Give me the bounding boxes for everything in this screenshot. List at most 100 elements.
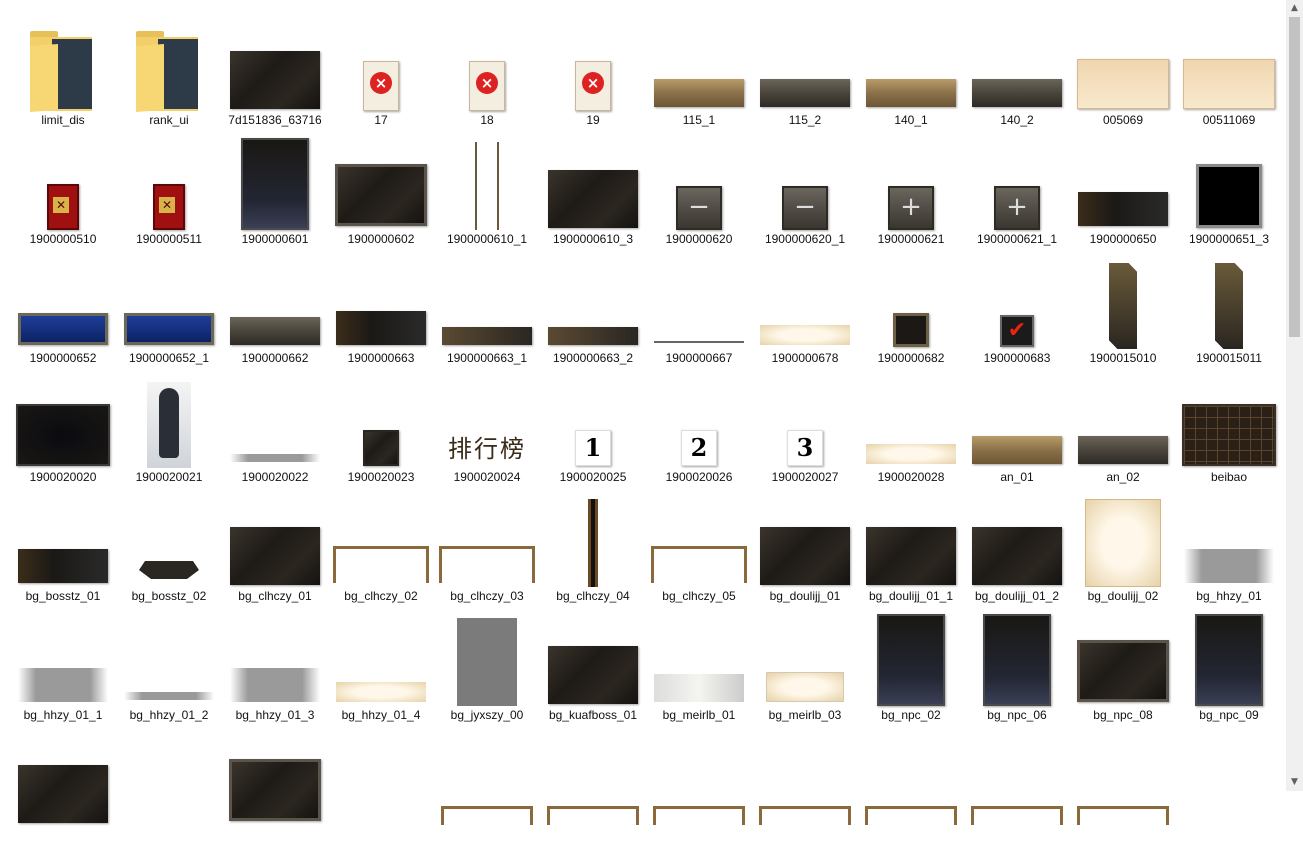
file-item[interactable]: bg_clhczy_01: [222, 484, 328, 603]
file-item[interactable]: 排行榜 1900020024: [434, 365, 540, 484]
file-item[interactable]: bg_bosstz_01: [10, 484, 116, 603]
file-item[interactable]: bg_hhzy_01_2: [116, 603, 222, 722]
file-grid: limit_dis rank_ui 7d151836_63716 × 17 × 18 × 19 1…: [10, 0, 1285, 825]
file-item[interactable]: bg_hhzy_01_1: [10, 603, 116, 722]
file-item[interactable]: 7d151836_63716: [222, 8, 328, 127]
file-item[interactable]: × 18: [434, 8, 540, 127]
file-item[interactable]: − 1900000620: [646, 127, 752, 246]
file-item[interactable]: 1900020023: [328, 365, 434, 484]
file-item[interactable]: [646, 722, 752, 841]
file-name: 1900020027: [771, 470, 839, 484]
image-thumbnail: [10, 484, 116, 587]
file-item[interactable]: +1900000621_1: [964, 127, 1070, 246]
file-item[interactable]: [1070, 722, 1176, 841]
file-item[interactable]: an_01: [964, 365, 1070, 484]
file-item[interactable]: 1900000651_3: [1176, 127, 1282, 246]
file-item[interactable]: bg_doulijj_01_2: [964, 484, 1070, 603]
file-item[interactable]: 115_2: [752, 8, 858, 127]
file-item[interactable]: rank_ui: [116, 8, 222, 127]
file-item[interactable]: limit_dis: [10, 8, 116, 127]
file-item[interactable]: beibao: [1176, 365, 1282, 484]
file-item[interactable]: [540, 722, 646, 841]
file-item[interactable]: 00511069: [1176, 8, 1282, 127]
file-item[interactable]: [222, 722, 328, 841]
file-item[interactable]: 1900020020: [10, 365, 116, 484]
image-thumbnail: 1: [540, 365, 646, 468]
file-item[interactable]: 2 1900020026: [646, 365, 752, 484]
file-item[interactable]: +1900000621: [858, 127, 964, 246]
file-item[interactable]: 1900000601: [222, 127, 328, 246]
file-item[interactable]: [10, 722, 116, 841]
file-item[interactable]: bg_hhzy_01_4: [328, 603, 434, 722]
file-item[interactable]: 1900000667: [646, 246, 752, 365]
file-item[interactable]: bg_doulijj_02: [1070, 484, 1176, 603]
file-item[interactable]: 1900000663_2: [540, 246, 646, 365]
file-item[interactable]: 115_1: [646, 8, 752, 127]
file-item[interactable]: ✕ 1900000510: [10, 127, 116, 246]
file-item[interactable]: [434, 722, 540, 841]
file-item[interactable]: [964, 722, 1070, 841]
file-item[interactable]: 1900020022: [222, 365, 328, 484]
scroll-down-icon[interactable]: ▼: [1286, 774, 1303, 791]
file-item[interactable]: bg_kuafboss_01: [540, 603, 646, 722]
file-name: 1900020022: [241, 470, 309, 484]
file-item[interactable]: 1 1900020025: [540, 365, 646, 484]
file-item[interactable]: 1900000682: [858, 246, 964, 365]
file-item[interactable]: [858, 722, 964, 841]
file-item[interactable]: × 19: [540, 8, 646, 127]
file-item[interactable]: bg_clhczy_02: [328, 484, 434, 603]
file-item[interactable]: 1900000652_1: [116, 246, 222, 365]
file-item[interactable]: an_02: [1070, 365, 1176, 484]
image-thumbnail: [964, 8, 1070, 111]
file-item[interactable]: [116, 722, 222, 841]
file-item[interactable]: 3 1900020027: [752, 365, 858, 484]
scroll-up-icon[interactable]: ▲: [1286, 0, 1303, 17]
file-item[interactable]: 1900020028: [858, 365, 964, 484]
file-item[interactable]: ✕ 1900000511: [116, 127, 222, 246]
file-item[interactable]: 1900000663: [328, 246, 434, 365]
file-item[interactable]: 1900015010: [1070, 246, 1176, 365]
image-thumbnail: [1176, 722, 1282, 825]
file-item[interactable]: bg_clhczy_04: [540, 484, 646, 603]
file-name: 1900000610_1: [446, 232, 528, 246]
file-item[interactable]: 1900000610_1: [434, 127, 540, 246]
file-item[interactable]: bg_npc_02: [858, 603, 964, 722]
file-item[interactable]: bg_doulijj_01_1: [858, 484, 964, 603]
vertical-scrollbar[interactable]: ▲ ▼: [1286, 0, 1303, 791]
file-item[interactable]: bg_npc_06: [964, 603, 1070, 722]
file-item[interactable]: bg_meirlb_01: [646, 603, 752, 722]
file-item[interactable]: 1900000662: [222, 246, 328, 365]
file-item[interactable]: 1900000650: [1070, 127, 1176, 246]
scrollbar-thumb[interactable]: [1289, 17, 1300, 337]
file-item[interactable]: × 17: [328, 8, 434, 127]
file-item[interactable]: 1900000663_1: [434, 246, 540, 365]
file-item[interactable]: bg_doulijj_01: [752, 484, 858, 603]
file-item[interactable]: bg_jyxszy_00: [434, 603, 540, 722]
file-item[interactable]: 1900000602: [328, 127, 434, 246]
file-item[interactable]: 1900000678: [752, 246, 858, 365]
file-item[interactable]: bg_meirlb_03: [752, 603, 858, 722]
file-item[interactable]: [752, 722, 858, 841]
file-item[interactable]: bg_hhzy_01_3: [222, 603, 328, 722]
file-item[interactable]: 1900000610_3: [540, 127, 646, 246]
file-item[interactable]: 1900020021: [116, 365, 222, 484]
file-item[interactable]: [1176, 722, 1282, 841]
file-item[interactable]: bg_bosstz_02: [116, 484, 222, 603]
file-item[interactable]: bg_clhczy_03: [434, 484, 540, 603]
file-item[interactable]: 140_2: [964, 8, 1070, 127]
file-item[interactable]: 140_1: [858, 8, 964, 127]
file-item[interactable]: 005069: [1070, 8, 1176, 127]
file-name: 1900015011: [1196, 351, 1262, 365]
file-item[interactable]: bg_npc_09: [1176, 603, 1282, 722]
file-item[interactable]: − 1900000620_1: [752, 127, 858, 246]
file-item[interactable]: bg_clhczy_05: [646, 484, 752, 603]
file-item[interactable]: ✔ 1900000683: [964, 246, 1070, 365]
file-item[interactable]: 1900000652: [10, 246, 116, 365]
file-name: bg_hhzy_01: [1196, 589, 1262, 603]
file-name: beibao: [1210, 470, 1248, 484]
image-thumbnail: [222, 484, 328, 587]
file-item[interactable]: [328, 722, 434, 841]
file-item[interactable]: bg_npc_08: [1070, 603, 1176, 722]
file-item[interactable]: bg_hhzy_01: [1176, 484, 1282, 603]
file-item[interactable]: 1900015011: [1176, 246, 1282, 365]
